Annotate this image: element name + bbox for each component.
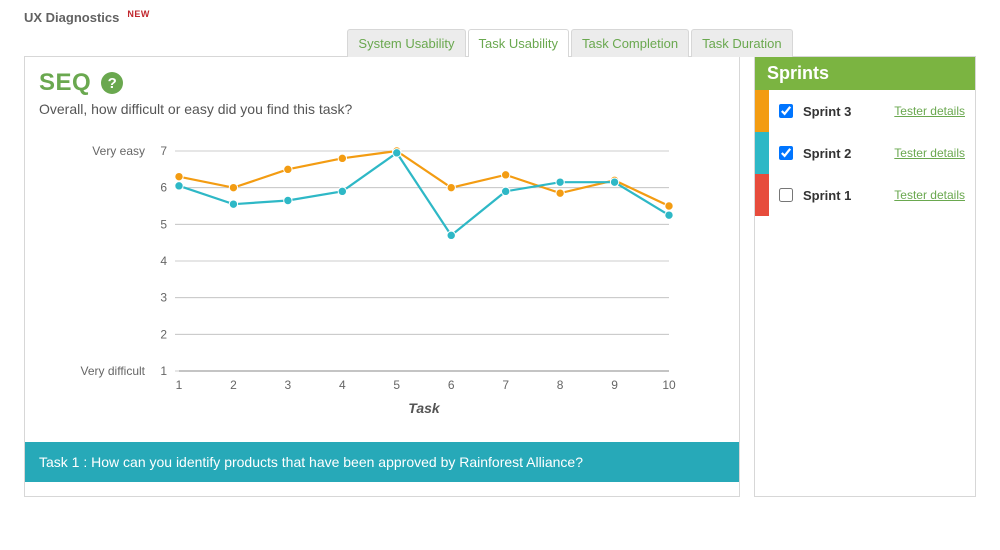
svg-text:3: 3 <box>160 291 167 305</box>
svg-text:2: 2 <box>160 327 167 341</box>
tab-task-duration[interactable]: Task Duration <box>691 29 792 57</box>
sprint-row: Sprint 3 Tester details <box>755 90 975 132</box>
svg-text:1: 1 <box>176 378 183 392</box>
svg-text:Very easy: Very easy <box>92 144 145 158</box>
tabs: System UsabilityTask UsabilityTask Compl… <box>164 29 976 57</box>
tester-details-link[interactable]: Tester details <box>894 188 965 202</box>
sprints-header: Sprints <box>755 57 975 90</box>
tab-task-usability[interactable]: Task Usability <box>468 29 569 57</box>
tester-details-link[interactable]: Tester details <box>894 104 965 118</box>
svg-text:4: 4 <box>339 378 346 392</box>
tester-details-link[interactable]: Tester details <box>894 146 965 160</box>
sprint-row: Sprint 1 Tester details <box>755 174 975 216</box>
help-icon[interactable]: ? <box>101 72 123 94</box>
svg-text:8: 8 <box>557 378 564 392</box>
page-header: UX Diagnostics NEW <box>24 10 976 25</box>
svg-text:6: 6 <box>448 378 455 392</box>
seq-chart: 1 2 3 4 5 6 7 1 2 3 4 5 6 7 8 9 10 Very easy Very difficul… <box>39 141 725 424</box>
sprint-checkbox[interactable] <box>779 146 793 160</box>
svg-text:4: 4 <box>160 254 167 268</box>
seq-title: SEQ <box>39 69 91 97</box>
tab-task-completion[interactable]: Task Completion <box>571 29 689 57</box>
sprints-panel: Sprints Sprint 3 Tester details Sprint 2 Te… <box>754 57 976 497</box>
sprint-color-bar <box>755 132 769 174</box>
seq-subtitle: Overall, how difficult or easy did you f… <box>39 101 725 117</box>
sprint-name: Sprint 3 <box>803 104 873 119</box>
page-title: UX Diagnostics <box>24 10 119 25</box>
new-badge: NEW <box>127 9 150 19</box>
sprint-name: Sprint 1 <box>803 188 873 203</box>
svg-text:5: 5 <box>160 217 167 231</box>
svg-text:7: 7 <box>502 378 509 392</box>
main-panel: SEQ ? Overall, how difficult or easy did… <box>24 57 740 497</box>
svg-text:Very difficult: Very difficult <box>81 364 146 378</box>
sprint-row: Sprint 2 Tester details <box>755 132 975 174</box>
sprint-checkbox[interactable] <box>779 104 793 118</box>
svg-text:2: 2 <box>230 378 237 392</box>
svg-text:6: 6 <box>160 181 167 195</box>
svg-text:1: 1 <box>160 364 167 378</box>
sprint-checkbox[interactable] <box>779 188 793 202</box>
tab-system-usability[interactable]: System Usability <box>347 29 465 57</box>
sprint-color-bar <box>755 174 769 216</box>
sprint-color-bar <box>755 90 769 132</box>
svg-text:9: 9 <box>611 378 618 392</box>
svg-text:5: 5 <box>393 378 400 392</box>
svg-text:10: 10 <box>662 378 676 392</box>
svg-text:Task: Task <box>408 400 441 416</box>
task-banner[interactable]: Task 1 : How can you identify products t… <box>25 442 739 482</box>
svg-text:3: 3 <box>285 378 292 392</box>
sprint-name: Sprint 2 <box>803 146 873 161</box>
svg-text:7: 7 <box>160 144 167 158</box>
